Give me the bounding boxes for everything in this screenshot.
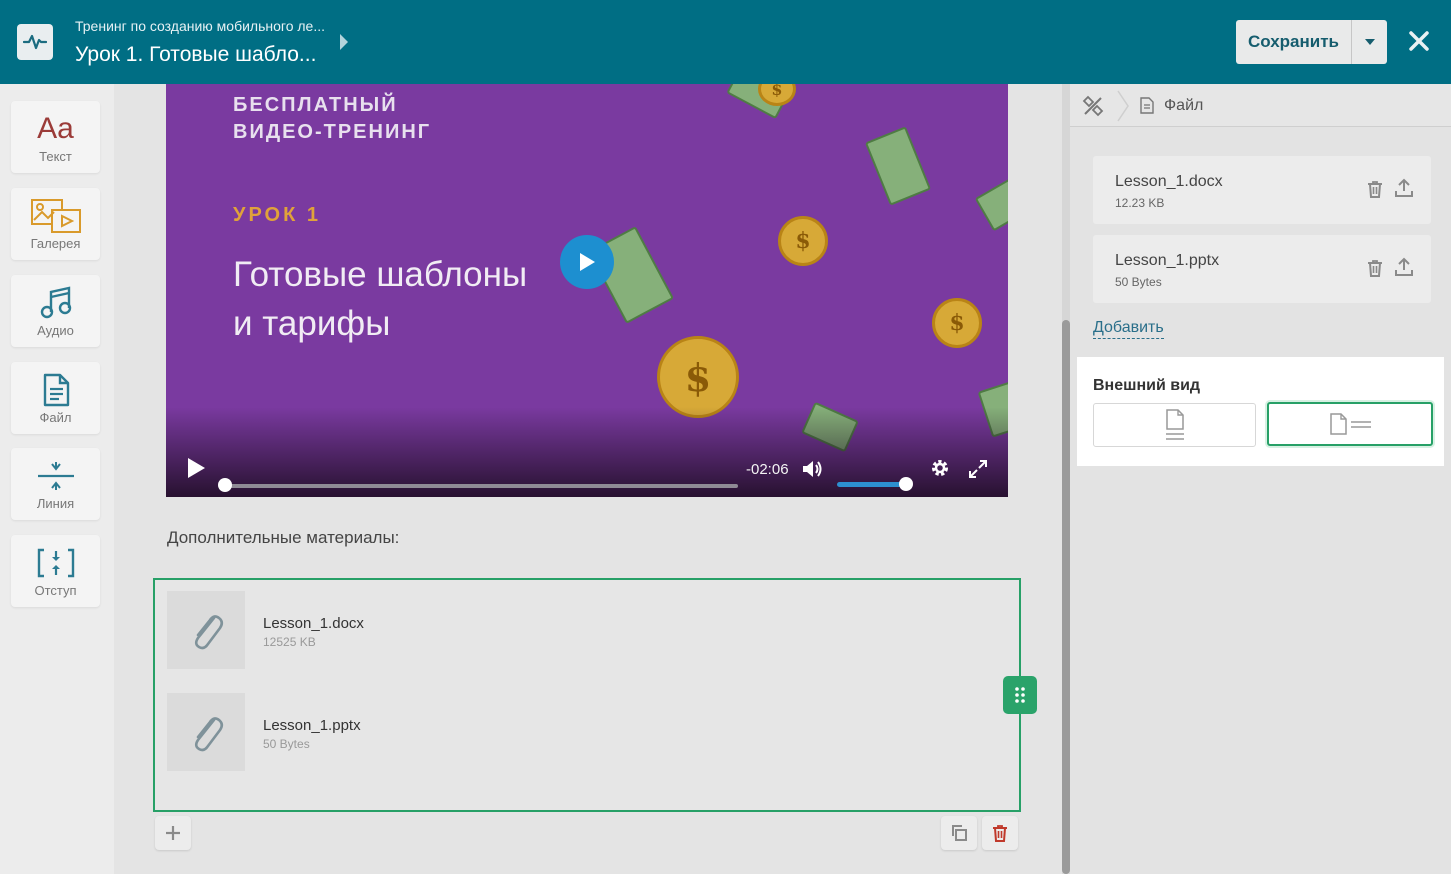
file-size: 12525 KB (263, 635, 316, 649)
files-block[interactable]: Lesson_1.docx 12525 KB Lesson_1.pptx 50 … (153, 578, 1021, 812)
video-heading: Готовые шаблоны и тарифы (233, 250, 527, 348)
file-item[interactable]: Lesson_1.pptx 50 Bytes (167, 693, 867, 773)
video-progress-track[interactable] (224, 484, 738, 488)
canvas-scrollbar-thumb[interactable] (1062, 320, 1070, 874)
blocks-toolbar: Aa Текст Галерея Аудио Файл Линия Отступ (0, 84, 114, 874)
top-header: Тренинг по созданию мобильного ле... Уро… (0, 0, 1451, 84)
panel-file-size: 12.23 KB (1115, 196, 1165, 210)
upload-icon[interactable] (1394, 178, 1414, 203)
video-heading-line2: и тарифы (233, 304, 391, 343)
delete-block-button[interactable] (982, 816, 1018, 850)
video-caption-line2: ВИДЕО-ТРЕНИНГ (233, 121, 432, 143)
file-name: Lesson_1.docx (263, 615, 364, 632)
banknote-decoration (974, 174, 1008, 232)
tool-text-label: Текст (39, 148, 72, 164)
video-time-remaining: -02:06 (746, 461, 789, 478)
tool-text[interactable]: Aa Текст (11, 101, 100, 173)
trash-icon[interactable] (1367, 259, 1383, 282)
file-inline-icon (1330, 413, 1371, 435)
materials-label: Дополнительные материалы: (167, 528, 400, 547)
video-caption-line1: БЕСПЛАТНЫЙ (233, 94, 398, 116)
volume-slider-track[interactable] (837, 482, 905, 487)
panel-file-item: Lesson_1.pptx 50 Bytes (1093, 235, 1431, 303)
tool-audio[interactable]: Аудио (11, 275, 100, 347)
trash-icon (993, 825, 1007, 842)
banknote-decoration (864, 126, 932, 206)
video-lesson-tag: УРОК 1 (233, 204, 321, 226)
add-file-link[interactable]: Добавить (1093, 319, 1164, 339)
coin-decoration: $ (657, 336, 739, 418)
course-title[interactable]: Тренинг по созданию мобильного ле... (75, 18, 325, 34)
music-note-icon (39, 285, 73, 321)
tool-spacing[interactable]: Отступ (11, 535, 100, 607)
fullscreen-icon[interactable] (968, 459, 988, 484)
video-play-icon[interactable] (186, 457, 206, 484)
volume-slider-handle[interactable] (899, 477, 913, 491)
file-icon (41, 372, 71, 408)
gear-icon[interactable] (930, 458, 950, 483)
tool-spacing-label: Отступ (34, 582, 77, 598)
breadcrumb-arrow-icon (340, 34, 348, 50)
lesson-canvas: $ $ $ $ БЕСПЛАТНЫЙ ВИДЕО-ТРЕНИНГ УРОК 1 … (114, 84, 1062, 874)
tool-file[interactable]: Файл (11, 362, 100, 434)
spacing-icon (36, 545, 76, 581)
video-big-play-icon[interactable] (560, 235, 614, 289)
duplicate-block-button[interactable] (941, 816, 977, 850)
volume-icon[interactable] (802, 459, 824, 484)
add-block-button[interactable] (155, 816, 191, 850)
file-icon (1140, 97, 1154, 119)
paperclip-icon (167, 693, 245, 771)
settings-panel: Файл Lesson_1.docx 12.23 KB Lesson_1.ppt… (1070, 84, 1451, 874)
video-caption: БЕСПЛАТНЫЙ ВИДЕО-ТРЕНИНГ (233, 92, 431, 146)
panel-breadcrumb: Файл (1070, 84, 1451, 127)
tool-audio-label: Аудио (37, 322, 74, 338)
appearance-option-inline[interactable] (1267, 402, 1433, 446)
app-logo-icon[interactable] (17, 24, 53, 60)
line-icon (36, 458, 76, 494)
tool-file-label: Файл (39, 409, 72, 425)
tool-line[interactable]: Линия (11, 448, 100, 520)
breadcrumb-current: Файл (1164, 97, 1204, 114)
gallery-icon (30, 198, 82, 234)
panel-file-name: Lesson_1.docx (1115, 173, 1223, 190)
copy-icon (952, 825, 967, 841)
breadcrumb-separator-icon (1116, 90, 1130, 122)
panel-file-size: 50 Bytes (1115, 275, 1162, 289)
trash-icon[interactable] (1367, 180, 1383, 203)
file-size: 50 Bytes (263, 737, 310, 751)
panel-file-name: Lesson_1.pptx (1115, 252, 1220, 269)
appearance-section: Внешний вид (1077, 357, 1444, 466)
video-heading-line1: Готовые шаблоны (233, 255, 528, 294)
paperclip-icon (167, 591, 245, 669)
save-options-chevron-down-icon[interactable] (1352, 20, 1387, 64)
video-progress-handle[interactable] (218, 478, 232, 492)
tool-gallery[interactable]: Галерея (11, 188, 100, 260)
text-icon: Aa (37, 111, 74, 145)
file-stacked-icon (1165, 409, 1184, 440)
tool-gallery-label: Галерея (30, 235, 81, 251)
panel-file-item: Lesson_1.docx 12.23 KB (1093, 156, 1431, 224)
appearance-title: Внешний вид (1093, 377, 1201, 394)
drag-handle-icon[interactable] (1003, 676, 1037, 714)
lesson-title[interactable]: Урок 1. Готовые шабло... (75, 43, 316, 67)
file-name: Lesson_1.pptx (263, 717, 361, 734)
upload-icon[interactable] (1394, 257, 1414, 282)
appearance-option-stacked[interactable] (1093, 403, 1256, 447)
close-icon[interactable] (1404, 26, 1434, 56)
save-button[interactable]: Сохранить (1236, 20, 1352, 64)
video-player[interactable]: $ $ $ $ БЕСПЛАТНЫЙ ВИДЕО-ТРЕНИНГ УРОК 1 … (166, 84, 1008, 497)
design-tools-icon[interactable] (1082, 95, 1104, 122)
save-button-group: Сохранить (1236, 20, 1387, 64)
coin-decoration: $ (932, 298, 982, 348)
tool-line-label: Линия (36, 495, 75, 511)
coin-decoration: $ (778, 216, 828, 266)
file-item[interactable]: Lesson_1.docx 12525 KB (167, 591, 867, 671)
plus-icon (166, 826, 180, 840)
